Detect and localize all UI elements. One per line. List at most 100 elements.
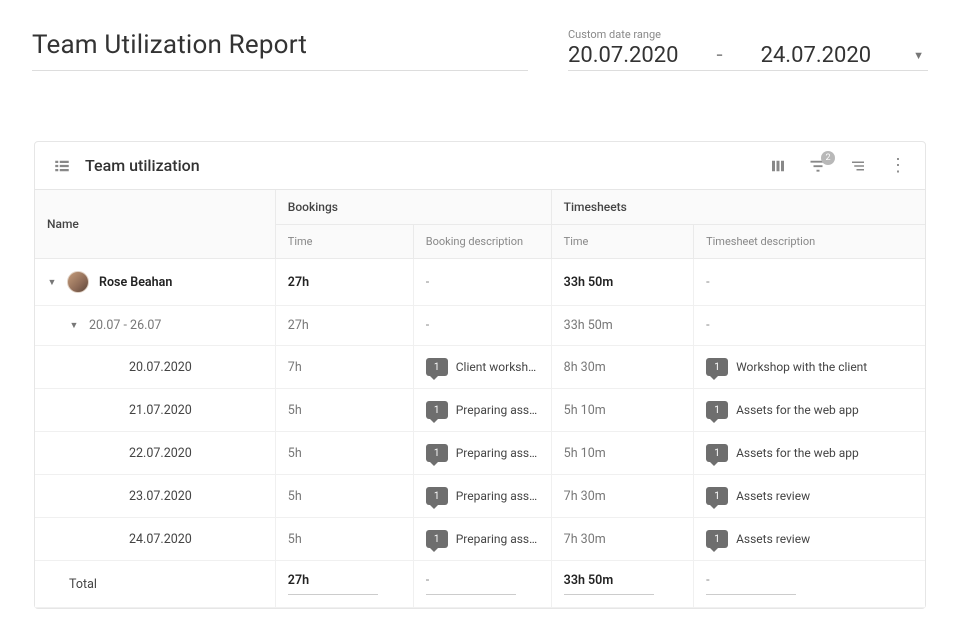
col-booking-desc-header[interactable]: Booking description: [413, 225, 551, 259]
desc-chip[interactable]: 1 Assets review: [706, 487, 810, 505]
row-name-label: 20.07.2020: [129, 360, 192, 375]
cell-timesheet-desc[interactable]: 1 Assets for the web app: [694, 432, 925, 475]
desc-text: Assets review: [736, 532, 810, 546]
chat-count-icon: 1: [426, 530, 448, 548]
team-utilization-card: Team utilization 2 ⋮ Name Book: [34, 141, 926, 609]
cell-booking-time: 5h: [275, 518, 413, 561]
row-name-label: 23.07.2020: [129, 489, 192, 504]
card-title: Team utilization: [85, 156, 200, 175]
cell-timesheet-time: 33h 50m: [551, 306, 693, 346]
table-row-day[interactable]: 21.07.2020 5h 1 Preparing asse... 5h 10m…: [35, 389, 925, 432]
desc-text: Preparing asse...: [456, 489, 539, 503]
table-row-week[interactable]: ▼ 20.07 - 26.07 27h - 33h 50m -: [35, 306, 925, 346]
desc-chip[interactable]: 1 Preparing asse...: [426, 530, 539, 548]
page-title-wrap[interactable]: Team Utilization Report: [32, 30, 528, 71]
col-bookings-header[interactable]: Bookings: [275, 190, 551, 225]
cell-booking-desc[interactable]: 1 Preparing asse...: [413, 518, 551, 561]
cell-timesheet-desc[interactable]: 1 Assets review: [694, 475, 925, 518]
more-menu-icon[interactable]: ⋮: [889, 159, 907, 173]
desc-chip[interactable]: 1 Workshop with the client: [706, 358, 867, 376]
date-range-picker[interactable]: Custom date range 20.07.2020 - 24.07.202…: [568, 28, 928, 71]
col-booking-time-header[interactable]: Time: [275, 225, 413, 259]
cell-total-timesheet-desc: -: [694, 561, 925, 608]
cell-name[interactable]: 24.07.2020: [35, 518, 275, 561]
col-timesheet-desc-header[interactable]: Timesheet description: [694, 225, 925, 259]
cell-name[interactable]: 22.07.2020: [35, 432, 275, 475]
table-row-day[interactable]: 20.07.2020 7h 1 Client workshop 8h 30m 1…: [35, 346, 925, 389]
table-row-person[interactable]: ▼ Rose Beahan 27h - 33h 50m -: [35, 259, 925, 306]
table-row-day[interactable]: 23.07.2020 5h 1 Preparing asse... 7h 30m…: [35, 475, 925, 518]
cell-timesheet-time: 7h 30m: [551, 475, 693, 518]
desc-text: Assets for the web app: [736, 446, 859, 460]
cell-booking-time: 27h: [275, 306, 413, 346]
card-header: Team utilization 2 ⋮: [35, 142, 925, 190]
desc-chip[interactable]: 1 Assets for the web app: [706, 444, 859, 462]
chat-count-icon: 1: [706, 487, 728, 505]
col-timesheets-header[interactable]: Timesheets: [551, 190, 925, 225]
cell-timesheet-time: 8h 30m: [551, 346, 693, 389]
cell-timesheet-time: 7h 30m: [551, 518, 693, 561]
table-header-group-row: Name Bookings Timesheets: [35, 190, 925, 225]
expand-toggle-icon[interactable]: ▼: [47, 277, 57, 288]
filter-count-badge: 2: [821, 151, 835, 165]
cell-booking-desc[interactable]: 1 Preparing asse...: [413, 475, 551, 518]
cell-timesheet-desc: -: [694, 306, 925, 346]
desc-text: Preparing asse...: [456, 532, 539, 546]
columns-icon[interactable]: [769, 157, 787, 175]
desc-text: Preparing asse...: [456, 403, 539, 417]
desc-chip[interactable]: 1 Assets review: [706, 530, 810, 548]
cell-timesheet-time: 5h 10m: [551, 389, 693, 432]
list-view-icon[interactable]: [53, 157, 71, 175]
row-name-label: Rose Beahan: [99, 275, 172, 290]
date-range-label: Custom date range: [568, 28, 928, 41]
avatar: [67, 271, 89, 293]
cell-name[interactable]: ▼ 20.07 - 26.07: [35, 306, 275, 346]
date-range-start: 20.07.2020: [568, 43, 679, 68]
cell-booking-time: 27h: [275, 259, 413, 306]
cell-total-timesheet-time: 33h 50m: [551, 561, 693, 608]
cell-name[interactable]: ▼ Rose Beahan: [35, 259, 275, 306]
filter-button[interactable]: 2: [809, 157, 827, 175]
chat-count-icon: 1: [706, 444, 728, 462]
expand-toggle-icon[interactable]: ▼: [69, 320, 79, 331]
desc-chip[interactable]: 1 Preparing asse...: [426, 487, 539, 505]
cell-timesheet-time: 33h 50m: [551, 259, 693, 306]
row-name-label: 24.07.2020: [129, 532, 192, 547]
table-row-day[interactable]: 24.07.2020 5h 1 Preparing asse... 7h 30m…: [35, 518, 925, 561]
date-range-separator: -: [717, 43, 723, 68]
cell-booking-time: 5h: [275, 475, 413, 518]
date-range-value: 20.07.2020 - 24.07.2020 ▼: [568, 43, 928, 68]
chat-count-icon: 1: [426, 358, 448, 376]
cell-booking-desc: -: [413, 306, 551, 346]
cell-timesheet-desc[interactable]: 1 Workshop with the client: [694, 346, 925, 389]
sort-icon[interactable]: [849, 157, 867, 175]
desc-text: Preparing asse...: [456, 446, 539, 460]
cell-timesheet-desc[interactable]: 1 Assets review: [694, 518, 925, 561]
cell-booking-desc[interactable]: 1 Preparing asse...: [413, 432, 551, 475]
desc-text: Client workshop: [456, 360, 539, 374]
desc-chip[interactable]: 1 Preparing asse...: [426, 444, 539, 462]
desc-chip[interactable]: 1 Preparing asse...: [426, 401, 539, 419]
desc-text: Assets review: [736, 489, 810, 503]
chat-count-icon: 1: [706, 358, 728, 376]
desc-chip[interactable]: 1 Client workshop: [426, 358, 539, 376]
cell-timesheet-time: 5h 10m: [551, 432, 693, 475]
cell-booking-desc[interactable]: 1 Client workshop: [413, 346, 551, 389]
desc-chip[interactable]: 1 Assets for the web app: [706, 401, 859, 419]
chat-count-icon: 1: [426, 444, 448, 462]
cell-name[interactable]: 21.07.2020: [35, 389, 275, 432]
cell-booking-time: 5h: [275, 432, 413, 475]
chevron-down-icon[interactable]: ▼: [909, 49, 928, 62]
cell-name[interactable]: 20.07.2020: [35, 346, 275, 389]
table-row-total: Total 27h - 33h 50m -: [35, 561, 925, 608]
cell-booking-time: 7h: [275, 346, 413, 389]
cell-name[interactable]: 23.07.2020: [35, 475, 275, 518]
chat-count-icon: 1: [706, 401, 728, 419]
cell-booking-desc[interactable]: 1 Preparing asse...: [413, 389, 551, 432]
col-timesheet-time-header[interactable]: Time: [551, 225, 693, 259]
row-name-label: 21.07.2020: [129, 403, 192, 418]
cell-timesheet-desc[interactable]: 1 Assets for the web app: [694, 389, 925, 432]
cell-booking-desc: -: [413, 259, 551, 306]
table-row-day[interactable]: 22.07.2020 5h 1 Preparing asse... 5h 10m…: [35, 432, 925, 475]
col-name-header[interactable]: Name: [35, 190, 275, 259]
